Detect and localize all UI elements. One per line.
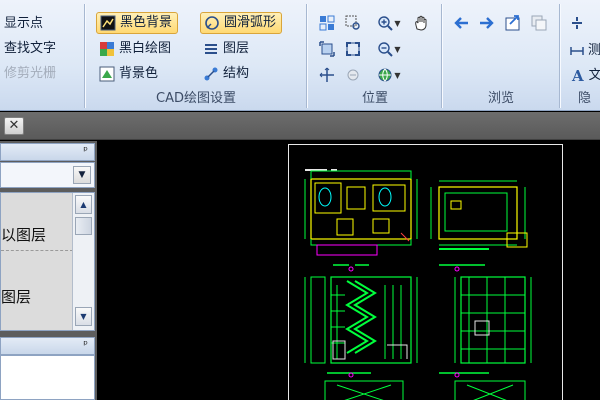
structure-button[interactable]: 结构 [203, 63, 249, 85]
black-white-drawing-button[interactable]: 黑白绘图 [99, 38, 171, 60]
hidden-group: 测 A 文 隐 [562, 0, 600, 110]
list-item[interactable]: 以图层 [1, 219, 73, 251]
layer-list: 以图层 图层 ▲ ▼ [0, 192, 95, 331]
properties-panel [0, 355, 95, 400]
text-tool-button[interactable]: A 文 [572, 65, 600, 87]
background-color-button[interactable]: 背景色 [99, 63, 158, 85]
show-points-button[interactable]: 显示点 [4, 13, 43, 35]
layers-button[interactable]: 图层 [203, 38, 249, 60]
scroll-thumb[interactable] [75, 217, 92, 235]
document-tab-strip: ✕ [0, 112, 600, 140]
arrow-left-icon[interactable] [452, 14, 470, 32]
position-group-label: 位置 [361, 91, 388, 106]
trim-raster-label: 修剪光栅 [4, 66, 57, 81]
panel-header: ᵖ [0, 143, 95, 161]
pin-icon[interactable]: ᵖ [83, 338, 88, 351]
group-separator [306, 4, 308, 108]
text-tool-label: 文 [589, 65, 600, 87]
browse-group-label: 浏览 [487, 91, 514, 106]
smooth-arc-label: 圆滑弧形 [224, 15, 277, 30]
measure-label: 测 [588, 43, 600, 58]
black-white-icon [99, 41, 115, 57]
list-item[interactable]: 图层 [1, 281, 73, 313]
dropdown-arrow-icon: ▼ [394, 70, 401, 80]
trim-raster-button[interactable]: 修剪光栅 [4, 63, 56, 85]
black-background-label: 黑色背景 [120, 15, 173, 30]
group-separator [441, 4, 443, 108]
zoom-rect-icon[interactable] [344, 14, 362, 32]
scroll-down-button[interactable]: ▼ [75, 307, 92, 326]
list-scrollbar[interactable]: ▲ ▼ [72, 193, 94, 330]
black-white-label: 黑白绘图 [119, 41, 172, 56]
text-tool-icon: A [572, 67, 584, 85]
smooth-arc-button[interactable]: 圆滑弧形 [200, 12, 283, 34]
pin-icon[interactable]: ᵖ [83, 144, 88, 157]
zoom-window-icon[interactable] [318, 14, 336, 32]
fit-window-icon[interactable] [318, 40, 336, 58]
measure-icon [570, 43, 584, 59]
black-background-button[interactable]: 黑色背景 [96, 12, 179, 34]
cad-settings-group-label: CAD绘图设置 [156, 91, 236, 106]
dropdown-arrow-icon: ▼ [394, 44, 401, 54]
copy-icon[interactable] [530, 14, 548, 32]
ribbon-toolbar: 显示点 查找文字 修剪光栅 黑色背景 圆滑弧形 黑白绘图 图层 背景色 结构 C… [0, 0, 600, 111]
structure-icon [203, 66, 219, 82]
black-background-icon [100, 15, 116, 31]
chevron-down-icon[interactable]: ▼ [73, 166, 91, 184]
close-tab-button[interactable]: ✕ [4, 117, 24, 135]
zoom-previous-icon[interactable] [344, 66, 362, 84]
group-separator [84, 4, 86, 108]
layer-panel: ᵖ ▼ 以图层 图层 ▲ ▼ ᵖ [0, 141, 97, 400]
view-3d-icon[interactable]: ▼ [374, 66, 404, 84]
drawing-canvas[interactable] [98, 141, 600, 400]
background-color-icon [99, 66, 115, 82]
group-separator [559, 4, 561, 108]
hidden-group-label: 隐 [578, 91, 592, 106]
find-text-label: 查找文字 [4, 41, 57, 56]
structure-label: 结构 [223, 66, 250, 81]
drawing-sheet [288, 144, 563, 400]
zoom-in-icon[interactable]: ▼ [374, 14, 404, 32]
open-file-icon[interactable] [504, 14, 522, 32]
arrow-right-icon[interactable] [478, 14, 496, 32]
scroll-up-button[interactable]: ▲ [75, 195, 92, 214]
measure-button[interactable]: 测 [570, 40, 600, 62]
zoom-extents-icon[interactable] [344, 40, 362, 58]
layer-filter-combo[interactable]: ▼ [0, 162, 95, 188]
layers-icon [203, 41, 219, 57]
zoom-out-icon[interactable]: ▼ [374, 40, 404, 58]
show-points-label: 显示点 [4, 16, 44, 31]
find-text-button[interactable]: 查找文字 [4, 38, 56, 60]
split-tool-button[interactable] [570, 14, 600, 32]
background-color-label: 背景色 [119, 66, 159, 81]
dropdown-arrow-icon: ▼ [394, 18, 401, 28]
properties-panel-header: ᵖ [0, 337, 95, 355]
pan-hand-icon[interactable] [412, 14, 430, 32]
layers-label: 图层 [223, 41, 250, 56]
move-grid-icon[interactable] [318, 66, 336, 84]
cad-drawing [304, 169, 532, 400]
cad-settings-group: 黑色背景 圆滑弧形 黑白绘图 图层 背景色 结构 CAD绘图设置 [88, 0, 304, 110]
position-group: ▼ ▼ ▼ 位置 [310, 0, 440, 110]
split-icon [572, 17, 582, 29]
smooth-arc-icon [204, 15, 220, 31]
browse-group: 浏览 [444, 0, 558, 110]
display-group: 显示点 查找文字 修剪光栅 [0, 0, 82, 110]
